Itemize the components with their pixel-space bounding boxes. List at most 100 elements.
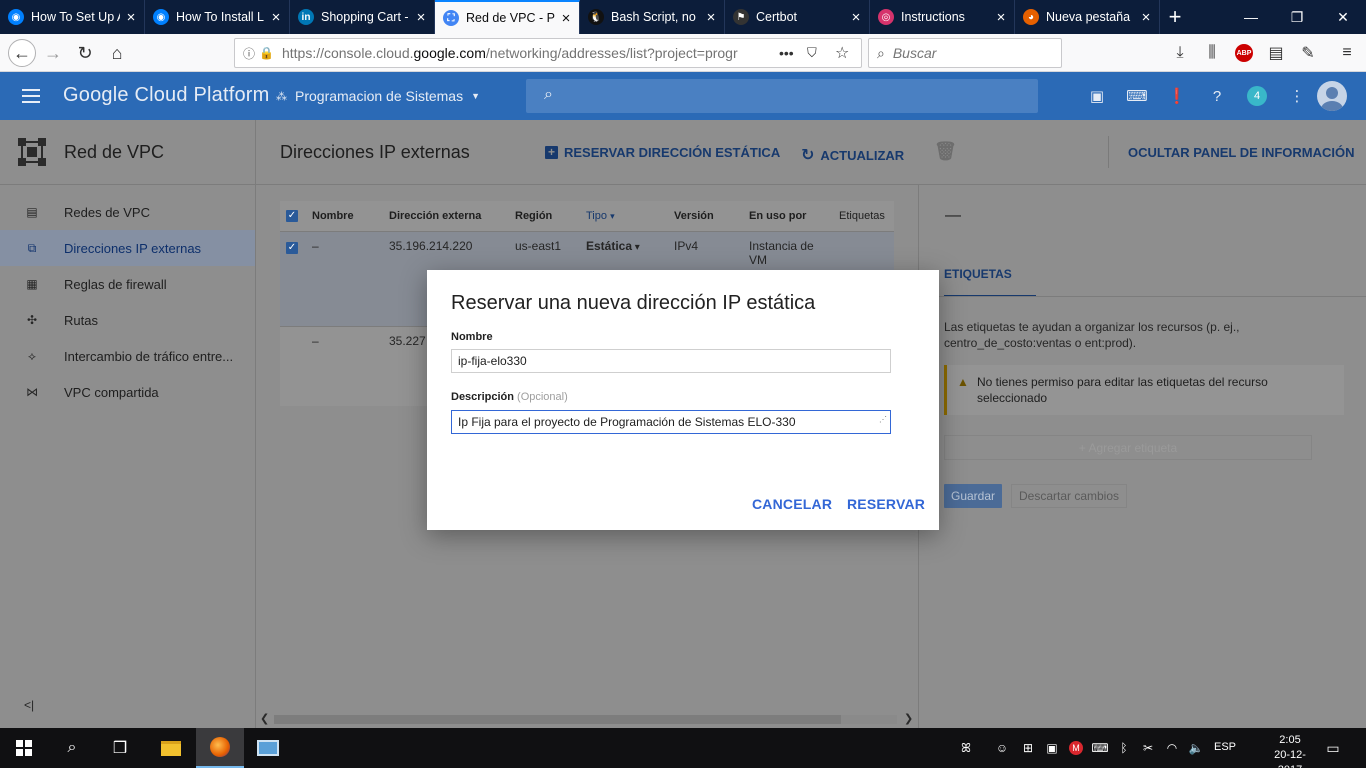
- delete-icon[interactable]: 🗑: [934, 141, 957, 162]
- home-button[interactable]: ⌂: [103, 39, 131, 67]
- reserve-static-address-button[interactable]: + RESERVAR DIRECCIÓN ESTÁTICA: [545, 145, 780, 160]
- refresh-button[interactable]: ↻ ACTUALIZAR: [801, 145, 904, 165]
- search-bar[interactable]: ⌕: [868, 38, 1062, 68]
- back-button[interactable]: ←: [8, 39, 36, 67]
- add-label-button[interactable]: + Agregar etiqueta: [944, 435, 1312, 460]
- url-text[interactable]: https://console.cloud.google.com/network…: [282, 45, 742, 61]
- browser-tab[interactable]: ⛶ Red de VPC - Pr ×: [435, 0, 580, 34]
- help-icon[interactable]: ?: [1207, 86, 1227, 106]
- discard-changes-button[interactable]: Descartar cambios: [1011, 484, 1127, 508]
- forward-button[interactable]: →: [39, 39, 67, 67]
- photos-app-icon[interactable]: [244, 728, 292, 768]
- monitor-tray-icon[interactable]: ▣: [1044, 740, 1060, 756]
- cloud-shell-icon[interactable]: ⌨: [1126, 86, 1148, 106]
- mega-tray-icon[interactable]: M: [1068, 740, 1084, 756]
- download-icon[interactable]: ⤓: [1170, 43, 1190, 63]
- eyedropper-icon[interactable]: ✎: [1298, 43, 1318, 63]
- pocket-icon[interactable]: ⛉: [807, 45, 817, 61]
- name-input[interactable]: [451, 349, 891, 373]
- bookmark-star-icon[interactable]: ☆: [835, 43, 849, 63]
- tab-close-icon[interactable]: ×: [1139, 9, 1153, 26]
- gift-icon[interactable]: ▣: [1087, 86, 1107, 106]
- task-view-icon[interactable]: ❒: [96, 728, 144, 768]
- network-adapter-icon[interactable]: ⌨: [1091, 740, 1108, 756]
- column-header[interactable]: Versión: [668, 201, 743, 231]
- resize-grip-icon[interactable]: ⋰: [879, 409, 887, 431]
- sidebar-item[interactable]: ⧉ Direcciones IP externas: [0, 230, 255, 266]
- row-checkbox[interactable]: ✓: [286, 241, 298, 254]
- browser-tab[interactable]: ◉ How To Set Up A ×: [0, 0, 145, 34]
- reload-button[interactable]: ↻: [71, 39, 99, 67]
- more-vert-icon[interactable]: ⋮: [1287, 86, 1307, 106]
- collapse-sidebar-icon[interactable]: <|: [24, 698, 34, 712]
- scrollbar-track[interactable]: [274, 715, 897, 724]
- search-input[interactable]: [892, 45, 1043, 61]
- emoji-tray-icon[interactable]: ☺: [994, 740, 1010, 756]
- gcp-search-input[interactable]: ⌕: [526, 79, 1038, 113]
- minimize-icon[interactable]: —: [1228, 0, 1274, 34]
- info-icon[interactable]: ⓘ: [243, 45, 255, 62]
- column-header-sortable[interactable]: Tipo ▾: [580, 201, 668, 231]
- column-header[interactable]: Región: [509, 201, 580, 231]
- adblock-icon[interactable]: ABP: [1234, 43, 1254, 63]
- select-all-checkbox[interactable]: ✓: [286, 210, 298, 223]
- input-language[interactable]: ESP: [1214, 741, 1236, 753]
- sidebar-item[interactable]: ▤ Redes de VPC: [0, 194, 255, 230]
- menu-icon[interactable]: ≡: [1337, 43, 1357, 63]
- sidebar-item[interactable]: ⋈ VPC compartida: [0, 374, 255, 410]
- horizontal-scrollbar[interactable]: ❮ ❯: [256, 712, 918, 726]
- hide-info-panel-button[interactable]: OCULTAR PANEL DE INFORMACIÓN: [1128, 145, 1355, 160]
- tab-labels[interactable]: ETIQUETAS: [944, 267, 1036, 297]
- window-close-icon[interactable]: ✕: [1320, 0, 1366, 34]
- tab-close-icon[interactable]: ×: [269, 9, 283, 26]
- browser-tab[interactable]: ◎ Instructions ×: [870, 0, 1015, 34]
- browser-tab[interactable]: in Shopping Cart - ×: [290, 0, 435, 34]
- restore-icon[interactable]: ❐: [1274, 0, 1320, 34]
- page-actions-icon[interactable]: •••: [779, 45, 794, 61]
- address-type-value[interactable]: Estática: [586, 239, 632, 253]
- sidebar-toggle-icon[interactable]: ▤: [1266, 43, 1286, 63]
- browser-tab[interactable]: ◕ Nueva pestaña ×: [1015, 0, 1160, 34]
- library-icon[interactable]: ⫼: [1202, 43, 1222, 63]
- tab-close-icon[interactable]: ×: [704, 9, 718, 26]
- sidebar-item[interactable]: ⟡ Intercambio de tráfico entre...: [0, 338, 255, 374]
- hamburger-menu-icon[interactable]: [22, 89, 40, 103]
- browser-tab[interactable]: ⚑ Certbot ×: [725, 0, 870, 34]
- people-icon[interactable]: ꕤ: [958, 740, 974, 756]
- save-button[interactable]: Guardar: [944, 484, 1002, 508]
- firefox-taskbar-icon[interactable]: [196, 728, 244, 768]
- dropdown-arrow-icon[interactable]: ▾: [632, 242, 640, 253]
- bluetooth-icon[interactable]: ᛒ: [1116, 740, 1132, 756]
- column-header[interactable]: Dirección externa: [383, 201, 509, 231]
- browser-tab[interactable]: 🐧 Bash Script, no r ×: [580, 0, 725, 34]
- new-tab-icon[interactable]: +: [1160, 0, 1190, 34]
- scroll-right-icon[interactable]: ❯: [904, 712, 913, 725]
- clock[interactable]: 2:05 20-12-2017: [1262, 733, 1318, 768]
- tab-close-icon[interactable]: ×: [994, 9, 1008, 26]
- tools-tray-icon[interactable]: ✂: [1140, 740, 1156, 756]
- column-header[interactable]: Etiquetas: [833, 201, 894, 231]
- tab-close-icon[interactable]: ×: [124, 9, 138, 26]
- url-bar[interactable]: ⓘ 🔒 https://console.cloud.google.com/net…: [234, 38, 862, 68]
- gcp-title[interactable]: Google Cloud Platform: [63, 84, 270, 107]
- tab-close-icon[interactable]: ×: [849, 9, 863, 26]
- browser-tab[interactable]: ◉ How To Install L ×: [145, 0, 290, 34]
- project-selector[interactable]: ⁂ Programacion de Sistemas ▼: [276, 88, 480, 104]
- column-header[interactable]: En uso por: [743, 201, 833, 231]
- sidebar-item[interactable]: ✣ Rutas: [0, 302, 255, 338]
- search-icon[interactable]: ⌕: [48, 728, 96, 768]
- tab-close-icon[interactable]: ×: [559, 10, 573, 27]
- scroll-left-icon[interactable]: ❮: [260, 712, 269, 725]
- tab-close-icon[interactable]: ×: [414, 9, 428, 26]
- sidebar-item[interactable]: ▦ Reglas de firewall: [0, 266, 255, 302]
- file-explorer-icon[interactable]: [147, 728, 195, 768]
- wifi-icon[interactable]: ◠: [1164, 740, 1180, 756]
- cancel-button[interactable]: CANCELAR: [752, 496, 832, 512]
- windows-defender-icon[interactable]: ⊞: [1020, 740, 1036, 756]
- notifications-badge[interactable]: 4: [1247, 86, 1267, 106]
- column-header[interactable]: Nombre: [306, 201, 383, 231]
- description-textarea[interactable]: Ip Fija para el proyecto de Programación…: [451, 410, 891, 434]
- scrollbar-thumb[interactable]: [274, 715, 841, 724]
- reserve-button[interactable]: RESERVAR: [847, 496, 925, 512]
- start-button[interactable]: [0, 728, 48, 768]
